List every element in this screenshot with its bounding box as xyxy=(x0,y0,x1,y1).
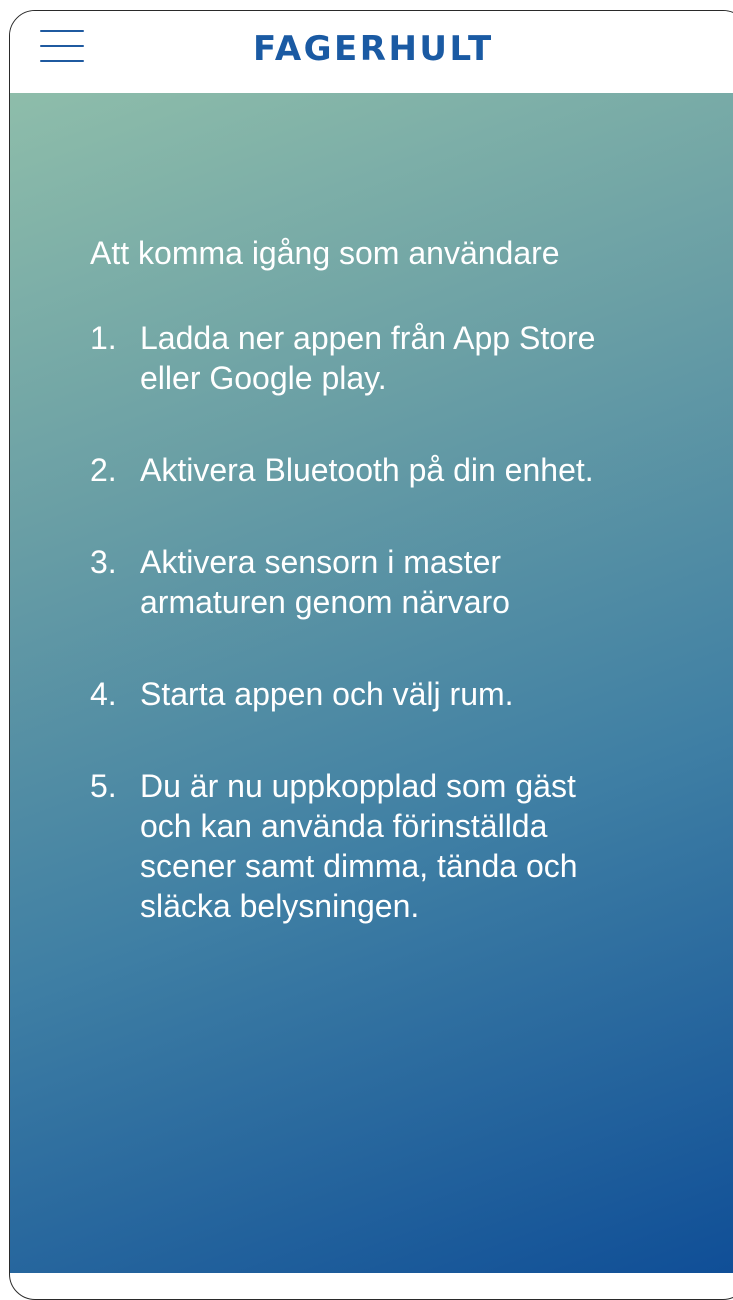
menu-line xyxy=(40,30,84,32)
step-number: 1. xyxy=(90,320,117,356)
menu-line xyxy=(40,60,84,62)
page-heading: Att komma igång som användare xyxy=(90,235,560,271)
step-number: 4. xyxy=(90,676,117,712)
step-text: Aktivera Bluetooth på din enhet. xyxy=(140,452,594,488)
hamburger-menu-icon[interactable] xyxy=(40,30,84,66)
instructions-panel: Att komma igång som användare 1. Ladda n… xyxy=(10,93,733,1273)
step-number: 5. xyxy=(90,768,117,804)
top-bar: FAGERHULT xyxy=(10,11,733,93)
menu-line xyxy=(40,45,84,47)
step-number: 3. xyxy=(90,544,117,580)
app-frame: FAGERHULT Att komma igång som användare … xyxy=(9,10,733,1300)
step-item: 5. Du är nu uppkopplad som gäst och kan … xyxy=(90,766,730,926)
step-text: Ladda ner appen från App Store eller Goo… xyxy=(140,320,596,396)
step-item: 2. Aktivera Bluetooth på din enhet. xyxy=(90,450,730,490)
step-item: 4. Starta appen och välj rum. xyxy=(90,674,730,714)
step-text: Du är nu uppkopplad som gäst och kan anv… xyxy=(140,768,578,924)
step-number: 2. xyxy=(90,452,117,488)
brand-logo: FAGERHULT xyxy=(253,29,494,69)
step-text: Aktivera sensorn i master armaturen geno… xyxy=(140,544,510,620)
step-item: 3. Aktivera sensorn i master armaturen g… xyxy=(90,542,730,622)
steps-list: 1. Ladda ner appen från App Store eller … xyxy=(90,318,730,978)
step-text: Starta appen och välj rum. xyxy=(140,676,514,712)
step-item: 1. Ladda ner appen från App Store eller … xyxy=(90,318,730,398)
